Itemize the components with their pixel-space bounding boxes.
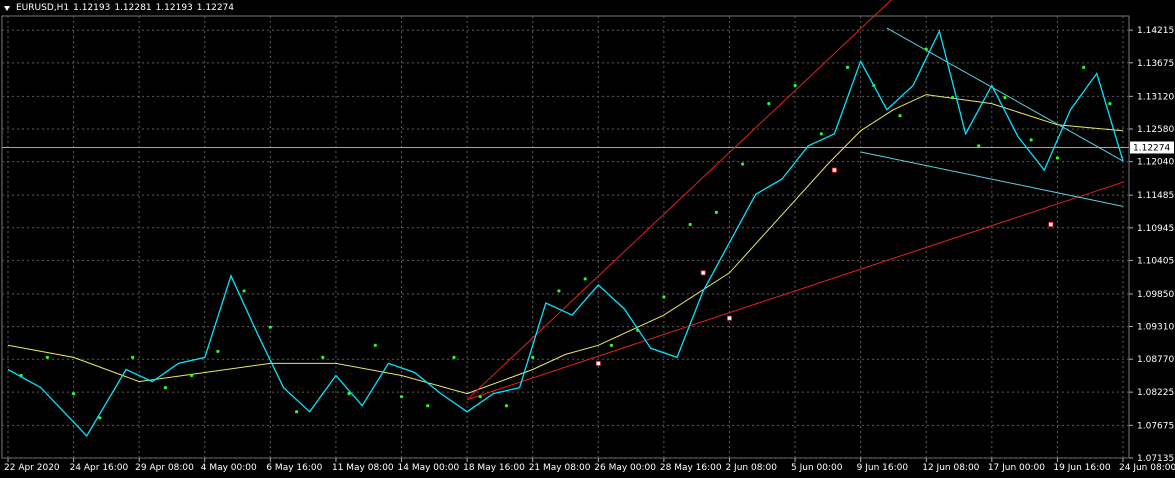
psar-dot <box>793 83 797 88</box>
psar-dot <box>373 343 377 347</box>
x-tick-label: 5 Jun 00:00 <box>791 463 843 473</box>
psar-dot <box>1029 138 1033 142</box>
x-tick-label: 14 May 00:00 <box>398 463 460 473</box>
psar-dot <box>714 210 718 214</box>
x-tick-label: 9 Jun 16:00 <box>857 463 909 473</box>
psar-dot <box>1108 102 1112 106</box>
psar-dot <box>268 325 272 329</box>
psar-dot <box>321 355 325 359</box>
trendline-anchor-marker[interactable] <box>700 270 706 276</box>
psar-dot <box>950 95 955 100</box>
y-tick-label: 1.13120 <box>1137 92 1174 102</box>
psar-dot <box>688 222 692 227</box>
x-tick-label: 11 May 08:00 <box>332 463 394 473</box>
trendline-anchor-marker[interactable] <box>832 167 837 173</box>
dropdown-triangle-icon[interactable] <box>4 5 10 11</box>
open-price: 1.12193 <box>73 3 111 13</box>
psar-dot <box>583 277 587 281</box>
y-tick-label: 1.14215 <box>1137 26 1174 36</box>
psar-dot <box>131 355 135 359</box>
x-tick-label: 22 Apr 2020 <box>4 463 60 473</box>
chart-header[interactable]: EURUSD,H1 1.12193 1.12281 1.12193 1.1227… <box>4 3 234 13</box>
psar-dot <box>1003 95 1007 100</box>
x-tick-label: 28 May 16:00 <box>660 463 722 473</box>
x-tick-label: 21 May 08:00 <box>529 463 591 473</box>
x-tick-label: 2 Jun 08:00 <box>725 463 777 473</box>
psar-dot <box>740 162 745 166</box>
y-tick-label: 1.10405 <box>1137 256 1174 266</box>
y-tick-label: 1.12040 <box>1137 158 1174 168</box>
y-tick-label: 1.13675 <box>1137 59 1174 69</box>
psar-dot <box>71 392 76 396</box>
price-chart[interactable]: 1.14215 1.13675 1.13120 1.12580 1.12040 1.114… <box>0 0 1175 478</box>
psar-dot <box>45 355 49 359</box>
x-tick-label: 29 Apr 08:00 <box>135 463 194 473</box>
y-tick-label: 1.08225 <box>1137 388 1174 398</box>
y-tick-label: 1.11485 <box>1137 191 1174 201</box>
x-tick-label: 6 May 16:00 <box>266 463 322 473</box>
x-tick-label: 17 Jun 00:00 <box>988 463 1045 473</box>
psar-dot <box>452 355 456 359</box>
trendline-anchor-marker[interactable] <box>727 315 732 321</box>
y-tick-label: 1.07675 <box>1137 421 1174 431</box>
symbol-label: EURUSD,H1 <box>16 3 70 13</box>
high-price: 1.12281 <box>114 3 152 13</box>
x-tick-label: 24 Apr 16:00 <box>70 463 129 473</box>
psar-dot <box>426 404 430 408</box>
y-tick-label: 1.12580 <box>1137 125 1174 135</box>
trendline-anchor-marker[interactable] <box>595 361 601 366</box>
psar-dot <box>242 289 246 293</box>
psar-dot <box>767 102 771 106</box>
x-tick-label: 24 Jun 08:00 <box>1119 463 1175 473</box>
y-tick-label: 1.10945 <box>1137 224 1174 234</box>
y-tick-label: 1.08770 <box>1137 355 1174 365</box>
psar-dot <box>924 47 928 51</box>
psar-dot <box>216 349 220 353</box>
psar-dot <box>845 65 850 69</box>
psar-dot <box>1082 65 1086 69</box>
low-price: 1.12193 <box>155 3 193 13</box>
psar-dot <box>609 343 614 347</box>
psar-dot <box>819 132 823 136</box>
x-tick-label: 12 Jun 08:00 <box>922 463 979 473</box>
psar-dot <box>294 410 299 414</box>
psar-dot <box>557 289 561 293</box>
chart-background <box>0 0 1175 478</box>
x-tick-label: 18 May 16:00 <box>463 463 525 473</box>
psar-dot <box>977 144 981 148</box>
trendline-anchor-marker[interactable] <box>1048 222 1054 227</box>
x-tick-label: 4 May 00:00 <box>201 463 257 473</box>
psar-dot <box>504 404 509 408</box>
psar-dot <box>190 373 194 378</box>
psar-dot <box>1055 156 1060 160</box>
close-price: 1.12274 <box>196 3 234 13</box>
y-tick-label: 1.09310 <box>1137 323 1174 333</box>
psar-dot <box>399 395 404 399</box>
psar-dot <box>531 355 535 359</box>
x-tick-label: 26 May 00:00 <box>594 463 656 473</box>
psar-dot <box>898 114 902 118</box>
x-tick-label: 19 Jun 16:00 <box>1053 463 1110 473</box>
y-tick-label: 1.09850 <box>1137 290 1174 300</box>
psar-dot <box>163 386 168 390</box>
psar-dot <box>662 295 666 299</box>
psar-dot <box>478 395 482 399</box>
current-price-label: 1.12274 <box>1133 143 1170 153</box>
